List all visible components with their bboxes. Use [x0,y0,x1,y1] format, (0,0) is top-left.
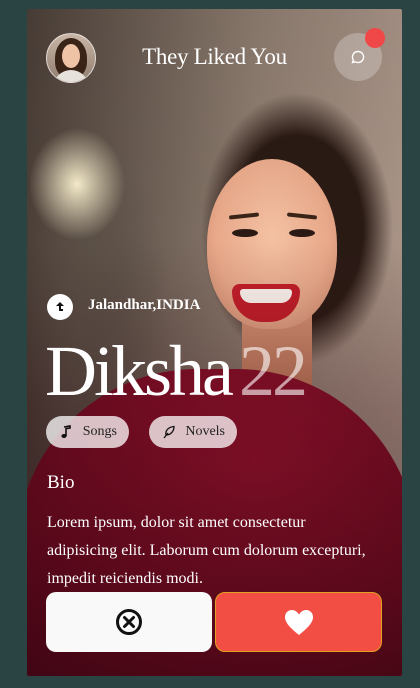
age-text: 22 [238,331,308,411]
heart-icon [284,609,313,635]
chat-bubble-icon [351,50,365,64]
location-icon [47,294,73,320]
profile-name: Diksha 22 [45,335,308,407]
profile-card: They Liked You Jalandhar,INDIA Diksha 22 … [27,9,402,676]
bio-heading: Bio [47,472,75,493]
reject-button[interactable] [46,592,212,652]
bio-text: Lorem ipsum, dolor sit amet consectetur … [47,514,366,587]
close-circle-icon [116,609,142,635]
interest-label: Songs [82,424,117,439]
music-note-icon [58,425,75,439]
like-button[interactable] [215,592,382,652]
feather-icon [161,425,177,439]
interest-label: Novels [185,424,225,439]
notification-badge [365,28,385,48]
interest-chip-songs[interactable]: Songs [46,416,129,448]
interest-chip-novels[interactable]: Novels [149,416,237,448]
location-label: Jalandhar,INDIA [88,297,201,313]
name-text: Diksha [45,331,234,411]
